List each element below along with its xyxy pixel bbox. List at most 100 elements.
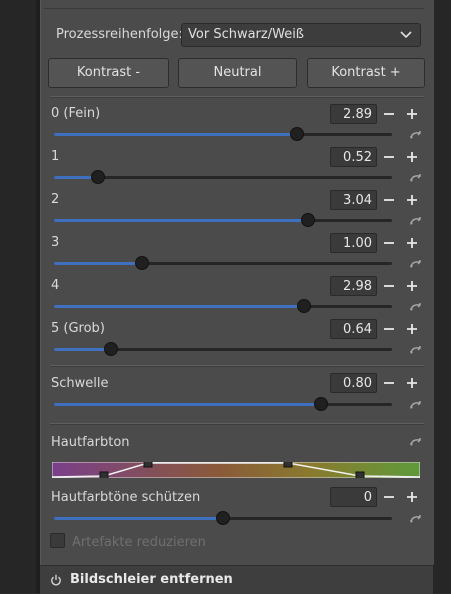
minus-icon[interactable] (378, 487, 400, 507)
reset-icon[interactable] (409, 514, 422, 524)
level-2-spinbox[interactable]: 3.04 (330, 190, 424, 210)
artifacts-label: Artefakte reduzieren (72, 535, 206, 550)
minus-icon[interactable] (378, 276, 400, 296)
minus-icon[interactable] (378, 233, 400, 253)
level-3-slider-handle[interactable] (134, 256, 149, 270)
reset-icon[interactable] (409, 216, 422, 226)
reset-icon[interactable] (409, 400, 422, 410)
power-icon[interactable] (50, 574, 62, 586)
plus-icon[interactable] (401, 373, 423, 393)
level-3-value: 1.00 (343, 236, 372, 251)
level-1-label: 1 (51, 149, 60, 164)
protect-skin-label: Hautfarbtöne schützen (51, 490, 201, 505)
level-2-label: 2 (51, 192, 60, 207)
process-order-dropdown[interactable]: Vor Schwarz/Weiß (181, 23, 421, 47)
level-0-slider[interactable] (54, 127, 392, 141)
skin-tone-curve-editor[interactable] (52, 462, 420, 478)
skin-tone-label: Hautfarbton (51, 435, 130, 450)
level-5-spinbox[interactable]: 0.64 (330, 319, 424, 339)
scrollbar-strip[interactable] (433, 0, 451, 593)
neutral-button[interactable]: Neutral (178, 58, 297, 88)
threshold-value: 0.80 (343, 376, 372, 391)
plus-icon[interactable] (401, 147, 423, 167)
minus-icon[interactable] (378, 147, 400, 167)
contrast-plus-button[interactable]: Kontrast + (307, 58, 425, 88)
contrast-minus-button[interactable]: Kontrast - (48, 58, 169, 88)
level-2-slider-handle[interactable] (300, 213, 315, 227)
divider (50, 423, 424, 424)
plus-icon[interactable] (401, 104, 423, 124)
chevron-down-icon (400, 31, 412, 39)
level-4-slider[interactable] (54, 299, 392, 313)
curve-point[interactable] (355, 471, 365, 478)
level-3-value-field[interactable]: 1.00 (330, 233, 377, 253)
level-3-label: 3 (51, 235, 60, 250)
level-5-slider[interactable] (54, 342, 392, 356)
level-4-label: 4 (51, 278, 60, 293)
process-order-value: Vor Schwarz/Weiß (188, 27, 304, 42)
artifacts-checkbox[interactable] (50, 533, 65, 548)
level-0-spinbox[interactable]: 2.89 (330, 104, 424, 124)
module-title: Bildschleier entfernen (70, 572, 233, 587)
minus-icon[interactable] (378, 319, 400, 339)
left-toolbar-strip (0, 0, 36, 593)
level-2-value: 3.04 (343, 193, 372, 208)
reset-icon[interactable] (409, 302, 422, 312)
level-3-slider[interactable] (54, 256, 392, 270)
level-5-value: 0.64 (343, 322, 372, 337)
threshold-label: Schwelle (51, 376, 109, 391)
level-1-slider-handle[interactable] (90, 170, 105, 184)
level-4-value-field[interactable]: 2.98 (330, 276, 377, 296)
protect-skin-value-field[interactable]: 0 (330, 487, 377, 507)
curve-point[interactable] (99, 471, 109, 478)
plus-icon[interactable] (401, 319, 423, 339)
protect-skin-slider[interactable] (54, 511, 392, 525)
level-3-spinbox[interactable]: 1.00 (330, 233, 424, 253)
protect-skin-spinbox[interactable]: 0 (330, 487, 424, 507)
threshold-slider-handle[interactable] (314, 397, 329, 411)
level-1-spinbox[interactable]: 0.52 (330, 147, 424, 167)
divider (50, 365, 424, 366)
level-1-value-field[interactable]: 0.52 (330, 147, 377, 167)
level-2-slider[interactable] (54, 213, 392, 227)
level-5-slider-fill (54, 348, 112, 351)
minus-icon[interactable] (378, 190, 400, 210)
threshold-slider-fill (54, 403, 322, 406)
reset-icon[interactable] (409, 130, 422, 140)
protect-skin-slider-fill (54, 517, 223, 520)
level-4-value: 2.98 (343, 279, 372, 294)
protect-skin-slider-handle[interactable] (216, 511, 230, 525)
level-4-slider-fill (54, 305, 305, 308)
plus-icon[interactable] (401, 487, 423, 507)
level-4-spinbox[interactable]: 2.98 (330, 276, 424, 296)
top-divider (44, 8, 424, 9)
threshold-slider[interactable] (54, 397, 392, 411)
level-5-label: 5 (Grob) (51, 321, 105, 336)
plus-icon[interactable] (401, 233, 423, 253)
process-order-label: Prozessreihenfolge: (56, 27, 183, 42)
plus-icon[interactable] (401, 190, 423, 210)
level-4-slider-handle[interactable] (297, 299, 312, 313)
threshold-spinbox[interactable]: 0.80 (330, 373, 424, 393)
reset-icon[interactable] (409, 437, 422, 447)
reset-icon[interactable] (409, 173, 422, 183)
level-0-value: 2.89 (343, 107, 372, 122)
collapsed-module-header[interactable]: Bildschleier entfernen (40, 565, 433, 594)
threshold-value-field[interactable]: 0.80 (330, 373, 377, 393)
level-1-value: 0.52 (343, 150, 372, 165)
minus-icon[interactable] (378, 104, 400, 124)
level-3-slider-fill (54, 262, 142, 265)
curve-point[interactable] (143, 462, 153, 468)
divider (50, 96, 424, 97)
curve-point[interactable] (283, 462, 293, 468)
plus-icon[interactable] (401, 276, 423, 296)
reset-icon[interactable] (409, 259, 422, 269)
minus-icon[interactable] (378, 373, 400, 393)
protect-skin-value: 0 (363, 490, 372, 505)
level-1-slider[interactable] (54, 170, 392, 184)
level-0-slider-fill (54, 133, 298, 136)
level-0-value-field[interactable]: 2.89 (330, 104, 377, 124)
level-2-value-field[interactable]: 3.04 (330, 190, 377, 210)
level-5-value-field[interactable]: 0.64 (330, 319, 377, 339)
reset-icon[interactable] (409, 345, 422, 355)
